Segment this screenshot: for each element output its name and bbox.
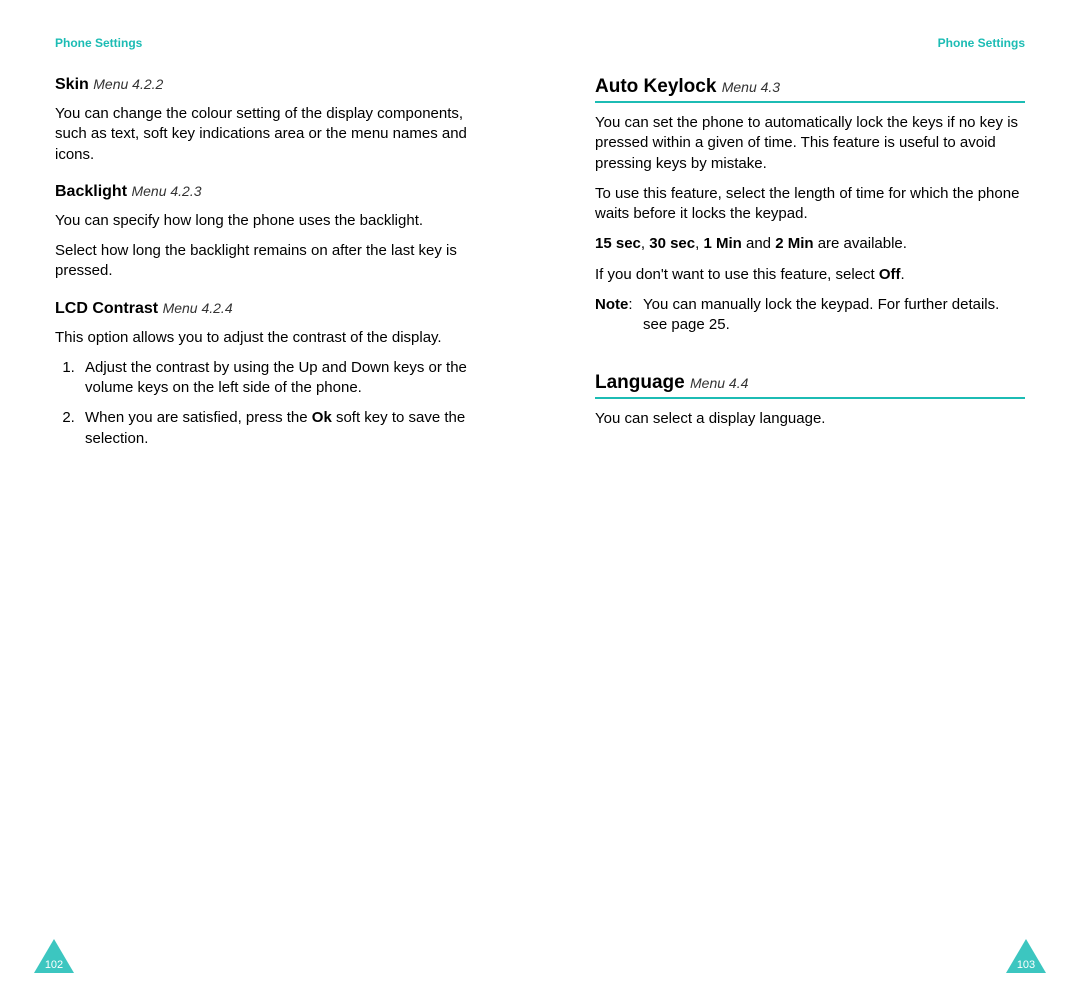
page-header-right: Phone Settings xyxy=(595,36,1025,50)
page-number-right: 103 xyxy=(1006,959,1046,971)
backlight-body-1: You can specify how long the phone uses … xyxy=(55,211,485,231)
right-page: Phone Settings Auto Keylock Menu 4.3 You… xyxy=(540,0,1080,991)
skin-heading: Skin Menu 4.2.2 xyxy=(55,76,485,94)
backlight-heading: Backlight Menu 4.2.3 xyxy=(55,183,485,201)
skin-body: You can change the colour setting of the… xyxy=(55,104,485,165)
lcd-steps: Adjust the contrast by using the Up and … xyxy=(55,358,485,449)
left-page: Phone Settings Skin Menu 4.2.2 You can c… xyxy=(0,0,540,991)
page-header-left: Phone Settings xyxy=(55,36,485,50)
lcd-step-2: When you are satisfied, press the Ok sof… xyxy=(79,408,485,449)
autokeylock-title: Auto Keylock xyxy=(595,76,716,97)
language-heading: Language Menu 4.4 xyxy=(595,372,1025,399)
autokeylock-body-1: You can set the phone to automatically l… xyxy=(595,113,1025,174)
opt-h: are available. xyxy=(814,235,907,252)
backlight-menu-ref: Menu 4.2.3 xyxy=(131,183,201,199)
note-label: Note xyxy=(595,296,628,313)
opt-b: , xyxy=(641,235,649,252)
autokeylock-heading: Auto Keylock Menu 4.3 xyxy=(595,76,1025,103)
lcd-step-1: Adjust the contrast by using the Up and … xyxy=(79,358,485,399)
opt-a: 15 sec xyxy=(595,235,641,252)
language-title: Language xyxy=(595,372,685,393)
opt-f: and xyxy=(742,235,775,252)
lcd-menu-ref: Menu 4.2.4 xyxy=(163,300,233,316)
lcd-step-2b: Ok xyxy=(312,409,332,426)
off-b: Off xyxy=(879,266,901,283)
lcd-heading: LCD Contrast Menu 4.2.4 xyxy=(55,300,485,318)
opt-e: 1 Min xyxy=(703,235,741,252)
opt-g: 2 Min xyxy=(775,235,813,252)
lcd-title: LCD Contrast xyxy=(55,300,158,317)
page-number-left: 102 xyxy=(34,959,74,971)
lcd-body: This option allows you to adjust the con… xyxy=(55,328,485,348)
autokeylock-body-2: To use this feature, select the length o… xyxy=(595,184,1025,225)
language-body: You can select a display language. xyxy=(595,409,1025,429)
autokeylock-note: Note: You can manually lock the keypad. … xyxy=(595,295,1025,336)
autokeylock-options: 15 sec, 30 sec, 1 Min and 2 Min are avai… xyxy=(595,234,1025,254)
off-c: . xyxy=(901,266,905,283)
skin-menu-ref: Menu 4.2.2 xyxy=(93,76,163,92)
off-a: If you don't want to use this feature, s… xyxy=(595,266,879,283)
note-body: You can manually lock the keypad. For fu… xyxy=(595,295,1025,336)
lcd-step-2a: When you are satisfied, press the xyxy=(85,409,312,426)
autokeylock-off: If you don't want to use this feature, s… xyxy=(595,265,1025,285)
backlight-body-2: Select how long the backlight remains on… xyxy=(55,241,485,282)
skin-title: Skin xyxy=(55,76,89,93)
page-spread: Phone Settings Skin Menu 4.2.2 You can c… xyxy=(0,0,1080,991)
opt-c: 30 sec xyxy=(649,235,695,252)
note-sep: : xyxy=(628,296,632,313)
backlight-title: Backlight xyxy=(55,183,127,200)
language-menu-ref: Menu 4.4 xyxy=(690,375,748,391)
autokeylock-menu-ref: Menu 4.3 xyxy=(722,79,780,95)
